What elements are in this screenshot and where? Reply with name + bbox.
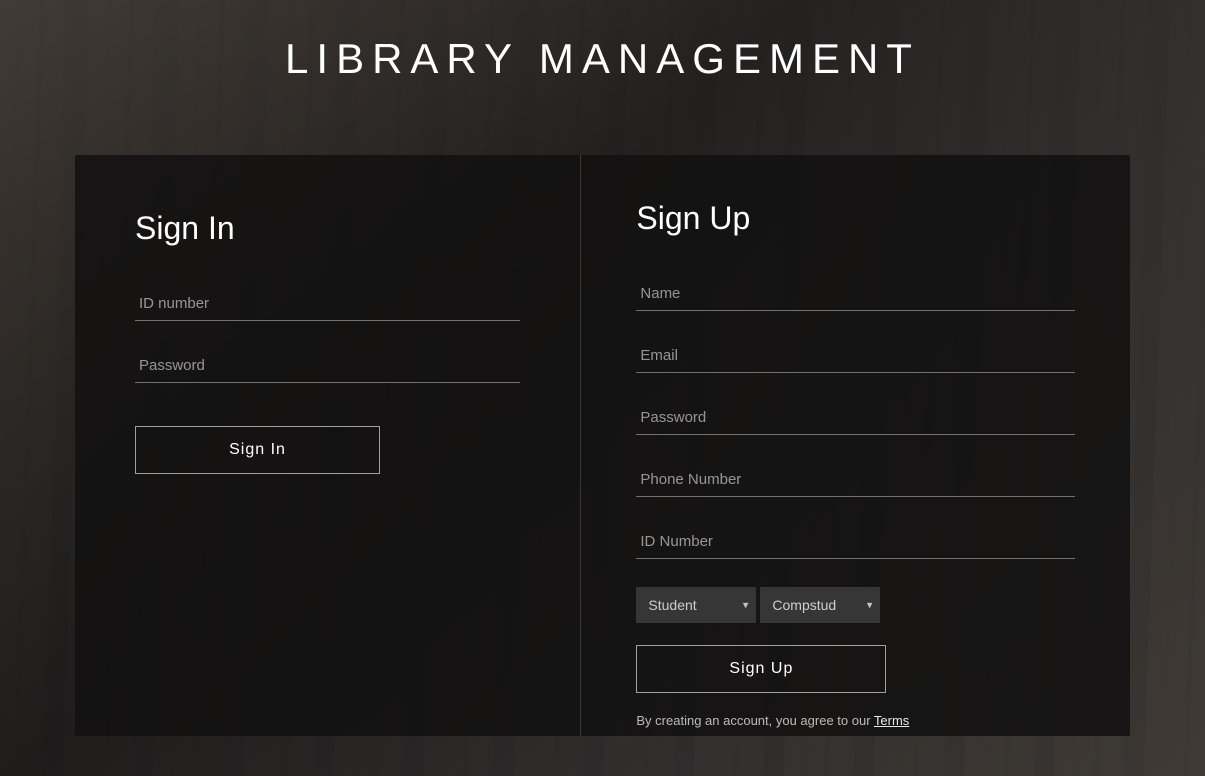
signup-idnumber-group <box>636 525 1075 559</box>
signup-button[interactable]: Sign Up <box>636 645 886 693</box>
sign-in-section: Sign In Sign In <box>75 155 581 736</box>
signup-password-group <box>636 401 1075 435</box>
role-select-wrapper: Student Staff Admin ▾ <box>636 587 756 623</box>
signin-password-group <box>135 349 520 383</box>
page-title: LIBRARY MANAGEMENT <box>0 35 1205 83</box>
sign-up-title: Sign Up <box>636 200 1075 237</box>
signup-idnumber-input[interactable] <box>636 525 1075 559</box>
signup-name-input[interactable] <box>636 277 1075 311</box>
dept-select[interactable]: Compstud IT CS Math <box>760 587 880 623</box>
signup-selects-row: Student Staff Admin ▾ Compstud IT CS Mat… <box>636 587 1075 623</box>
signup-phone-group <box>636 463 1075 497</box>
signin-button[interactable]: Sign In <box>135 426 380 474</box>
signup-email-group <box>636 339 1075 373</box>
signup-name-group <box>636 277 1075 311</box>
signin-id-input[interactable] <box>135 287 520 321</box>
sign-in-title: Sign In <box>135 210 520 247</box>
signin-id-group <box>135 287 520 321</box>
terms-link[interactable]: Terms <box>874 713 909 728</box>
role-select[interactable]: Student Staff Admin <box>636 587 756 623</box>
terms-text: By creating an account, you agree to our… <box>636 713 1075 728</box>
signup-phone-input[interactable] <box>636 463 1075 497</box>
signup-email-input[interactable] <box>636 339 1075 373</box>
sign-up-section: Sign Up Student Staff Admin ▾ <box>581 155 1130 736</box>
main-card: Sign In Sign In Sign Up <box>75 155 1130 736</box>
dept-select-wrapper: Compstud IT CS Math ▾ <box>760 587 880 623</box>
signup-password-input[interactable] <box>636 401 1075 435</box>
signin-password-input[interactable] <box>135 349 520 383</box>
